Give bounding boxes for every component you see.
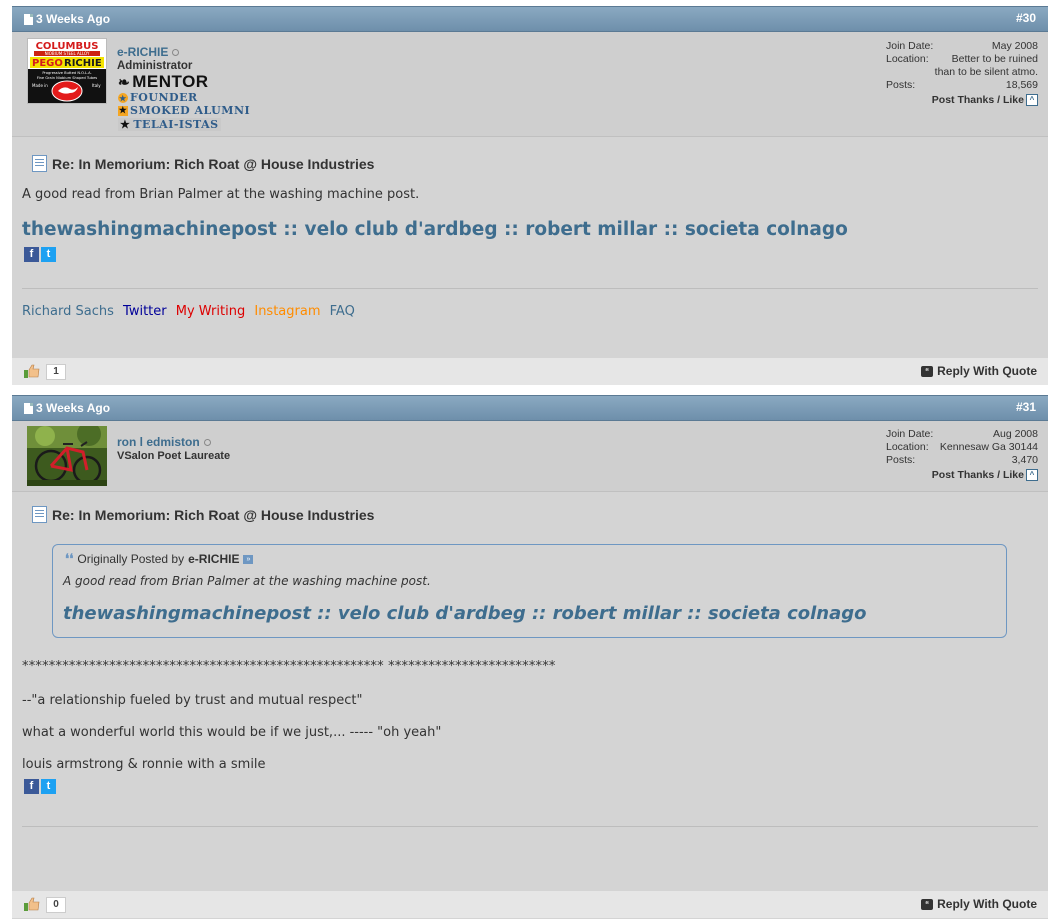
post-text-line: louis armstrong & ronnie with a smile (22, 757, 266, 772)
svg-text:NIOBIUM STEEL ALLOY: NIOBIUM STEEL ALLOY (45, 51, 90, 56)
user-meta: Join Date: Aug 2008 Location: Kennesaw Ga … (886, 428, 1038, 482)
signature: Richard Sachs Twitter My Writing Instagr… (22, 304, 360, 319)
signature-link-twitter[interactable]: Twitter (123, 304, 167, 319)
quote-block: ❛❛ Originally Posted by e-RICHIE » A goo… (52, 544, 1007, 638)
user-title: VSalon Poet Laureate (117, 450, 231, 462)
like-count: 1 (46, 364, 66, 380)
post-title: Re: In Memorium: Rich Roat @ House Indus… (32, 155, 374, 172)
like-count: 0 (46, 897, 66, 913)
quote-icon: “ (921, 898, 934, 910)
post-31: 3 Weeks Ago #31 ron l edmiston VSalon Po… (12, 395, 1048, 919)
post-icon (32, 155, 47, 172)
post-text-line: --"a relationship fueled by trust and mu… (22, 693, 363, 708)
quote-icon: ❛❛ (65, 551, 74, 566)
columbus-logo: COLUMBUS NIOBIUM STEEL ALLOY PEGO RICHIE… (28, 39, 106, 103)
signature-divider (22, 826, 1038, 827)
post-title: Re: In Memorium: Rich Roat @ House Indus… (32, 506, 374, 523)
post-text: A good read from Brian Palmer at the was… (22, 187, 420, 202)
post-footer: 1 “ Reply With Quote (12, 358, 1048, 385)
svg-text:Made in: Made in (32, 83, 48, 88)
post-icon (32, 506, 47, 523)
star-icon: ★ (118, 105, 128, 116)
twitter-share-button[interactable]: t (41, 779, 56, 794)
signature-link-my-writing[interactable]: My Writing (176, 304, 245, 319)
mentor-icon: ❧ (118, 73, 131, 90)
rank-mentor: ❧ MENTOR (118, 72, 209, 91)
document-icon (24, 13, 33, 25)
thumbs-up-icon[interactable] (24, 897, 40, 911)
signature-link-richard-sachs[interactable]: Richard Sachs (22, 304, 114, 319)
signature-link-faq[interactable]: FAQ (330, 304, 355, 319)
post-text-line: what a wonderful world this would be if … (22, 725, 442, 740)
quote-link[interactable]: thewashingmachinepost :: velo club d'ard… (63, 603, 867, 624)
post-footer: 0 “ Reply With Quote (12, 891, 1048, 918)
rank-smoked-alumni: ★ SMOKED ALUMNI (118, 104, 251, 117)
share-buttons: f t (24, 247, 56, 262)
big-link[interactable]: thewashingmachinepost :: velo club d'ard… (22, 219, 848, 240)
post-date: 3 Weeks Ago (24, 12, 110, 26)
username-link[interactable]: ron l edmiston (117, 435, 211, 449)
reply-with-quote-button[interactable]: “ Reply With Quote (921, 364, 1037, 378)
quote-icon: “ (921, 365, 934, 377)
thumbs-up-icon[interactable] (24, 364, 40, 378)
user-meta: Join Date: May 2008 Location: Better to be… (886, 40, 1038, 107)
collapse-icon[interactable]: ^ (1026, 94, 1038, 107)
signature-divider (22, 288, 1038, 289)
collapse-icon[interactable]: ^ (1026, 469, 1038, 482)
post-30: 3 Weeks Ago #30 COLUMBUS NIOBIUM STEEL A… (12, 6, 1048, 385)
post-thanks-link[interactable]: Post Thanks / Like ^ (886, 469, 1038, 482)
reply-with-quote-button[interactable]: “ Reply With Quote (921, 897, 1037, 911)
star-icon: ★ (118, 92, 128, 103)
username-link[interactable]: e-RICHIE (117, 45, 180, 59)
post-number-link[interactable]: #30 (1016, 11, 1036, 25)
svg-text:Progressive Butted N.O.L.A.: Progressive Butted N.O.L.A. (42, 71, 91, 75)
rank-telai-istas: ★ TELAI-ISTAS (118, 118, 221, 131)
user-title: Administrator (117, 60, 193, 72)
post-header: 3 Weeks Ago #31 (12, 395, 1048, 421)
quote-text: A good read from Brian Palmer at the was… (63, 574, 431, 588)
svg-text:RICHIE: RICHIE (64, 58, 102, 69)
bicycle-photo (27, 422, 107, 486)
avatar[interactable] (27, 422, 107, 488)
user-info: ron l edmiston VSalon Poet Laureate Join… (12, 421, 1048, 492)
svg-text:PEGO: PEGO (32, 58, 63, 69)
quote-author: e-RICHIE (188, 552, 240, 566)
facebook-share-button[interactable]: f (24, 247, 39, 262)
facebook-share-button[interactable]: f (24, 779, 39, 794)
rank-founder: ★ FOUNDER (118, 91, 198, 104)
svg-text:Fine Grain Niobium Shaped Tube: Fine Grain Niobium Shaped Tubes (37, 76, 97, 80)
post-date: 3 Weeks Ago (24, 401, 110, 415)
view-post-icon[interactable]: » (243, 554, 254, 564)
post-body: Re: In Memorium: Rich Roat @ House Indus… (12, 492, 1048, 892)
post-thanks-link[interactable]: Post Thanks / Like ^ (886, 94, 1038, 107)
post-number-link[interactable]: #31 (1016, 400, 1036, 414)
offline-status-icon (203, 439, 211, 447)
quote-header: ❛❛ Originally Posted by e-RICHIE » (65, 551, 254, 567)
share-buttons: f t (24, 779, 56, 794)
twitter-share-button[interactable]: t (41, 247, 56, 262)
avatar[interactable]: COLUMBUS NIOBIUM STEEL ALLOY PEGO RICHIE… (27, 38, 107, 104)
post-body: Re: In Memorium: Rich Roat @ House Indus… (12, 137, 1048, 358)
offline-status-icon (172, 49, 180, 57)
post-text-line: ****************************************… (22, 659, 556, 674)
svg-text:Italy: Italy (92, 83, 101, 88)
star-icon: ★ (120, 118, 131, 131)
post-header: 3 Weeks Ago #30 (12, 6, 1048, 32)
user-info: COLUMBUS NIOBIUM STEEL ALLOY PEGO RICHIE… (12, 32, 1048, 137)
signature-link-instagram[interactable]: Instagram (254, 304, 320, 319)
document-icon (24, 402, 33, 414)
